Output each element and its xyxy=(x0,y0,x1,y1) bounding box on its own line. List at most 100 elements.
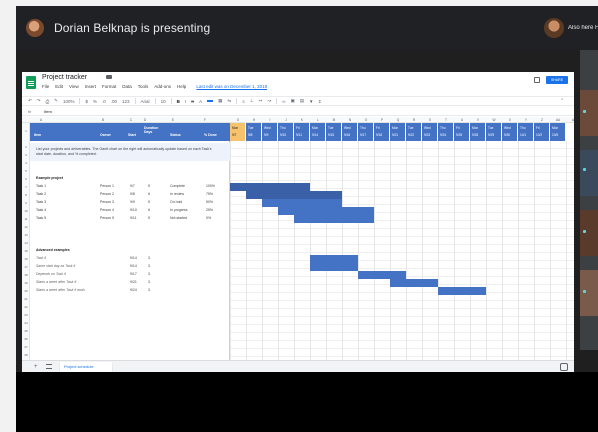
date-header-cell[interactable]: Wed 9/16 xyxy=(342,123,358,141)
gantt-bar[interactable] xyxy=(358,271,406,279)
row-number[interactable]: 17 xyxy=(22,265,30,269)
date-header-cell[interactable]: Thu 9/17 xyxy=(358,123,374,141)
add-sheet-icon[interactable]: + xyxy=(34,364,38,370)
header-start[interactable]: Start xyxy=(128,133,136,137)
instructions-cell[interactable]: List your projects and deliverables. The… xyxy=(30,143,230,161)
date-header-cell[interactable]: Fri 9/11 xyxy=(294,123,310,141)
row-number[interactable]: 28 xyxy=(22,353,30,357)
row-number[interactable]: 6 xyxy=(22,177,30,181)
date-header-cell[interactable]: Thu 9/10 xyxy=(278,123,294,141)
percent-format-button[interactable]: % xyxy=(93,99,97,104)
row-number[interactable]: 12 xyxy=(22,225,30,229)
row-number[interactable]: 7 xyxy=(22,185,30,189)
row-number[interactable]: 9 xyxy=(22,201,30,205)
more-formats-button[interactable]: 123 xyxy=(122,99,130,104)
header-item[interactable]: Item xyxy=(34,133,41,137)
sheet-tab-project-schedule[interactable]: Project schedule xyxy=(60,362,112,372)
date-header-cell[interactable]: Mon 9/28 xyxy=(470,123,486,141)
date-header-cell[interactable]: Fri 10/2 xyxy=(534,123,550,141)
table-row[interactable]: Starts a week after Task 6 ends 9/24 3 xyxy=(30,287,230,295)
formula-value[interactable]: Item xyxy=(44,109,52,114)
text-rotation-icon[interactable]: ↝ xyxy=(268,98,272,104)
decrease-decimal-button[interactable]: .0 xyxy=(102,99,106,104)
date-header-cell[interactable]: Tue 9/29 xyxy=(486,123,502,141)
section-header-row[interactable]: Advanced examples xyxy=(30,247,230,255)
align-vertical-icon[interactable]: ⊥ xyxy=(250,98,254,104)
insert-link-icon[interactable]: ∞ xyxy=(282,99,285,104)
menu-insert[interactable]: Insert xyxy=(85,84,96,89)
menu-format[interactable]: Format xyxy=(102,84,116,89)
explore-icon[interactable] xyxy=(560,363,568,371)
table-row[interactable]: Task 1 Person 1 9/7 5 Complete 100% xyxy=(30,183,230,191)
participant-tile[interactable] xyxy=(580,210,598,256)
font-select[interactable]: Arial xyxy=(141,99,150,104)
row-number[interactable]: 27 xyxy=(22,345,30,349)
section-header-row[interactable]: Example project xyxy=(30,175,230,183)
collapse-toolbar-icon[interactable]: ⌃ xyxy=(560,98,564,104)
gantt-bar[interactable] xyxy=(310,263,358,271)
gantt-bar[interactable] xyxy=(294,215,374,223)
row-number[interactable]: 26 xyxy=(22,337,30,341)
row-number[interactable]: 19 xyxy=(22,281,30,285)
date-header-cell[interactable]: Tue 9/8 xyxy=(246,123,262,141)
comment-icon[interactable] xyxy=(534,77,540,83)
insert-chart-icon[interactable]: ▤ xyxy=(300,98,304,104)
menu-data[interactable]: Data xyxy=(122,84,132,89)
participant-tile[interactable] xyxy=(580,90,598,136)
row-number[interactable]: 13 xyxy=(22,233,30,237)
date-header-cell[interactable]: Wed 9/9 xyxy=(262,123,278,141)
row-number[interactable]: 14 xyxy=(22,241,30,245)
zoom-select[interactable]: 100% xyxy=(63,99,75,104)
gantt-bar[interactable] xyxy=(438,287,486,295)
last-edit-link[interactable]: Last edit was on December 1, 2018 xyxy=(196,84,267,89)
insert-comment-icon[interactable]: ▣ xyxy=(291,98,295,104)
filter-icon[interactable]: ▼ xyxy=(309,99,313,104)
row-number[interactable]: 21 xyxy=(22,297,30,301)
redo-icon[interactable]: ↷ xyxy=(37,98,41,104)
row-number[interactable]: 18 xyxy=(22,273,30,277)
header-duration[interactable]: Duration Days xyxy=(144,126,158,134)
gantt-bar[interactable] xyxy=(246,191,342,199)
participant-tile[interactable] xyxy=(580,150,598,196)
document-title[interactable]: Project tracker xyxy=(42,74,87,81)
spreadsheet-grid[interactable]: ABCDEFGHIJKLMNOPQRSTUVWXYZAAAB 123456789… xyxy=(22,117,574,360)
row-number[interactable]: 15 xyxy=(22,249,30,253)
menu-view[interactable]: View xyxy=(69,84,79,89)
borders-icon[interactable]: ▦ xyxy=(218,98,222,104)
date-header-cell[interactable]: Tue 9/22 xyxy=(406,123,422,141)
table-row[interactable]: Same start day as Task 6 9/14 3 xyxy=(30,263,230,271)
text-color-button[interactable]: A xyxy=(199,99,202,104)
undo-icon[interactable]: ↶ xyxy=(28,98,32,104)
share-button[interactable]: SHARE xyxy=(546,76,568,84)
header-status[interactable]: Status xyxy=(170,133,181,137)
table-row[interactable]: Task 5 Person 5 9/11 5 Not started 0% xyxy=(30,215,230,223)
row-number[interactable]: 25 xyxy=(22,329,30,333)
align-horizontal-icon[interactable]: ≡ xyxy=(242,99,245,104)
paint-format-icon[interactable]: ✎ xyxy=(54,98,58,104)
header-done[interactable]: % Done xyxy=(204,133,217,137)
menu-edit[interactable]: Edit xyxy=(55,84,63,89)
italic-button[interactable]: I xyxy=(185,99,186,104)
date-header-cell[interactable]: Thu 10/1 xyxy=(518,123,534,141)
row-number[interactable]: 22 xyxy=(22,305,30,309)
table-row[interactable]: Task 6 9/14 3 xyxy=(30,255,230,263)
row-number[interactable]: 10 xyxy=(22,209,30,213)
font-size-select[interactable]: 10 xyxy=(161,99,166,104)
bold-button[interactable]: B xyxy=(177,99,180,104)
menu-help[interactable]: Help xyxy=(177,84,186,89)
row-number[interactable]: 16 xyxy=(22,257,30,261)
folder-icon[interactable] xyxy=(106,75,112,79)
gantt-bar[interactable] xyxy=(230,183,310,191)
date-header-cell[interactable]: Mon 10/5 xyxy=(550,123,566,141)
table-row[interactable]: Task 2 Person 2 9/8 6 In review 75% xyxy=(30,191,230,199)
row-number[interactable]: 4 xyxy=(22,161,30,165)
print-icon[interactable]: ⎙ xyxy=(46,99,50,104)
row-number[interactable]: 2 xyxy=(22,145,30,149)
fill-color-icon[interactable] xyxy=(207,100,214,102)
gantt-bar[interactable] xyxy=(262,199,342,207)
increase-decimal-button[interactable]: .00 xyxy=(111,99,117,104)
date-header-cell[interactable]: Fri 9/18 xyxy=(374,123,390,141)
date-header-cell[interactable]: Thu 9/24 xyxy=(438,123,454,141)
strikethrough-button[interactable]: S xyxy=(191,99,194,104)
date-header-cell[interactable]: Wed 9/23 xyxy=(422,123,438,141)
